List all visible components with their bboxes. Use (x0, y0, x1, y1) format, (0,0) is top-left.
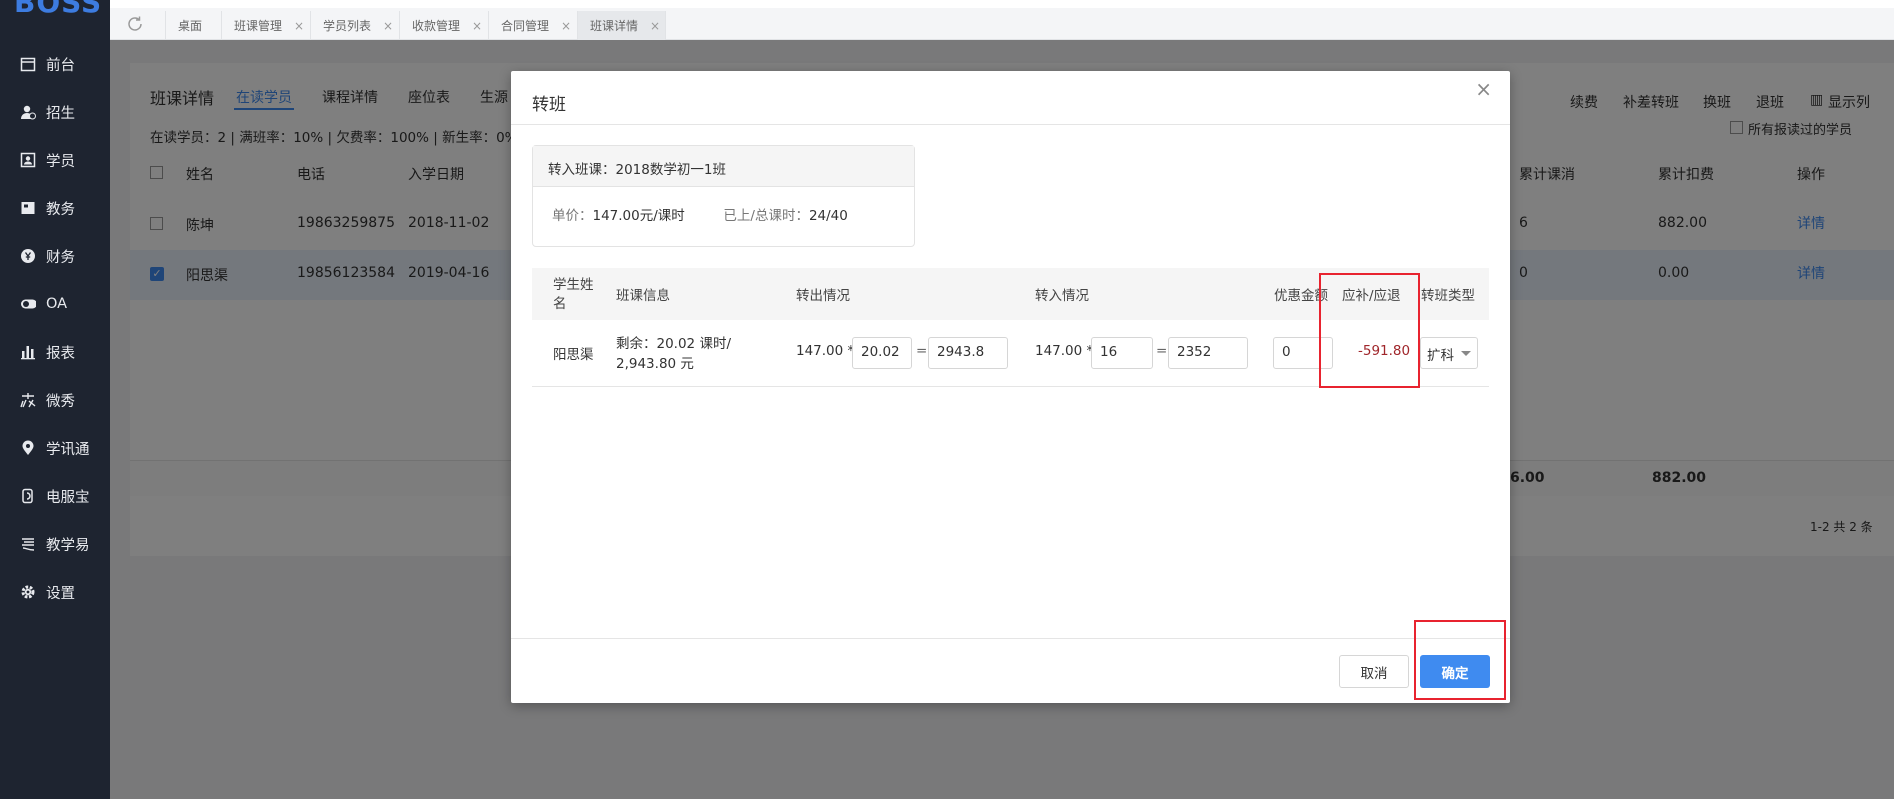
sidebar-item-xuexuntong[interactable]: 学讯通 (0, 433, 110, 463)
tab-label: 学员列表 (323, 19, 372, 33)
divider (511, 124, 1510, 125)
class-info-remaining: 剩余：20.02 课时/ (616, 336, 731, 352)
sidebar-item-label: 报表 (46, 345, 75, 362)
tab-label: 桌面 (178, 19, 203, 33)
toggle-icon (20, 296, 36, 312)
sidebar-item-label: OA (46, 296, 68, 312)
id-card-icon (20, 152, 36, 168)
yen-icon (20, 248, 36, 264)
target-class-label: 转入班课： (548, 162, 616, 178)
out-lessons-input[interactable]: 20.02 (852, 337, 912, 369)
lessons-value: 24/40 (808, 208, 848, 224)
highlight-box-confirm (1414, 620, 1506, 700)
sidebar-item-enrollment[interactable]: 招生 (0, 97, 110, 127)
bar-chart-icon (20, 344, 36, 360)
tab-payment-management[interactable]: 收款管理 × (399, 11, 488, 40)
transfer-class-modal: 转班 × 转入班课：2018数学初一1班 单价：147.00元/课时 已上/总课… (511, 71, 1510, 703)
sidebar-item-finance[interactable]: 财务 (0, 241, 110, 271)
chevron-down-icon (1461, 351, 1471, 356)
sidebar-item-settings[interactable]: 设置 (0, 577, 110, 607)
divider (511, 638, 1510, 639)
sidebar-item-label: 设置 (46, 585, 75, 602)
transfer-type-value: 扩科 (1427, 348, 1454, 364)
sidebar-item-students[interactable]: 学员 (0, 145, 110, 175)
tab-class-management[interactable]: 班课管理 × (221, 11, 310, 40)
header-student-name: 学生姓名 (553, 277, 594, 312)
close-icon[interactable]: × (472, 19, 482, 33)
header-transfer-type: 转班类型 (1421, 288, 1475, 304)
close-icon[interactable]: × (294, 19, 304, 33)
tab-student-list[interactable]: 学员列表 × (310, 11, 399, 40)
header-transfer-in: 转入情况 (1035, 288, 1089, 304)
header-class-info: 班课信息 (616, 288, 670, 304)
sidebar-item-label: 财务 (46, 249, 75, 266)
in-total-input[interactable]: 2352 (1168, 337, 1248, 369)
close-icon[interactable]: × (561, 19, 571, 33)
sidebar-item-oa[interactable]: OA (0, 289, 110, 319)
teach-icon (20, 536, 36, 552)
target-class-card: 转入班课：2018数学初一1班 单价：147.00元/课时 已上/总课时：24/… (532, 145, 915, 247)
transfer-type-select[interactable]: 扩科 (1420, 337, 1478, 369)
location-icon (20, 440, 36, 456)
tab-label: 班课详情 (590, 19, 639, 33)
unit-price-value: 147.00元/课时 (592, 208, 685, 224)
close-icon[interactable]: × (1475, 77, 1492, 101)
book-icon (20, 200, 36, 216)
sidebar-item-weixiu[interactable]: 微秀 (0, 385, 110, 415)
in-unit-price: 147.00 * (1035, 343, 1094, 359)
class-info-amount: 2,943.80 元 (616, 356, 694, 372)
target-class-body: 单价：147.00元/课时 已上/总课时：24/40 (533, 187, 914, 241)
app-logo: BOSS (14, 0, 103, 19)
in-lessons-input[interactable]: 16 (1091, 337, 1153, 369)
student-name: 阳思渠 (553, 347, 594, 363)
tab-bar: 桌面 班课管理 × 学员列表 × 收款管理 × 合同管理 × 班课详情 × (110, 8, 1894, 40)
out-equals: = (916, 343, 928, 359)
highlight-box-balance (1319, 273, 1420, 388)
close-icon[interactable]: × (383, 19, 393, 33)
header-transfer-out: 转出情况 (796, 288, 850, 304)
sidebar-item-label: 学讯通 (46, 441, 90, 458)
sidebar-item-reports[interactable]: 报表 (0, 337, 110, 367)
cancel-button[interactable]: 取消 (1339, 655, 1409, 688)
tab-label: 收款管理 (412, 19, 461, 33)
sidebar-item-academic[interactable]: 教务 (0, 193, 110, 223)
sidebar-item-dianfubao[interactable]: 电服宝 (0, 481, 110, 511)
out-total-input[interactable]: 2943.8 (928, 337, 1008, 369)
lessons-label: 已上/总课时： (723, 208, 809, 224)
sidebar-item-label: 电服宝 (46, 489, 90, 506)
sidebar-item-label: 前台 (46, 57, 75, 74)
sidebar-item-jiaoxueyi[interactable]: 教学易 (0, 529, 110, 559)
tab-contract-management[interactable]: 合同管理 × (488, 11, 577, 40)
calendar-icon (20, 56, 36, 72)
gear-icon (20, 584, 36, 600)
sidebar: BOSS 前台 招生 学员 教务 财务 OA 报表 微秀 学讯通 电服宝 教学易… (0, 0, 110, 799)
close-icon[interactable]: × (650, 19, 660, 33)
target-class-header: 转入班课：2018数学初一1班 (533, 146, 914, 187)
in-equals: = (1156, 343, 1168, 359)
sidebar-item-label: 招生 (46, 105, 75, 122)
target-class-name: 2018数学初一1班 (615, 162, 726, 178)
user-plus-icon (20, 104, 36, 120)
tab-label: 班课管理 (234, 19, 283, 33)
sidebar-item-label: 学员 (46, 153, 75, 170)
tab-label: 合同管理 (501, 19, 550, 33)
tab-desktop[interactable]: 桌面 (165, 11, 221, 40)
sidebar-item-label: 教务 (46, 201, 75, 218)
sidebar-item-label: 教学易 (46, 537, 90, 554)
wei-icon (20, 392, 36, 408)
sidebar-item-label: 微秀 (46, 393, 75, 410)
phone-icon (20, 488, 36, 504)
sidebar-item-front-desk[interactable]: 前台 (0, 49, 110, 79)
modal-title: 转班 (532, 95, 566, 115)
unit-price-label: 单价： (552, 208, 593, 224)
tab-class-detail[interactable]: 班课详情 × (577, 11, 666, 40)
refresh-icon[interactable] (126, 15, 144, 33)
out-unit-price: 147.00 * (796, 343, 855, 359)
